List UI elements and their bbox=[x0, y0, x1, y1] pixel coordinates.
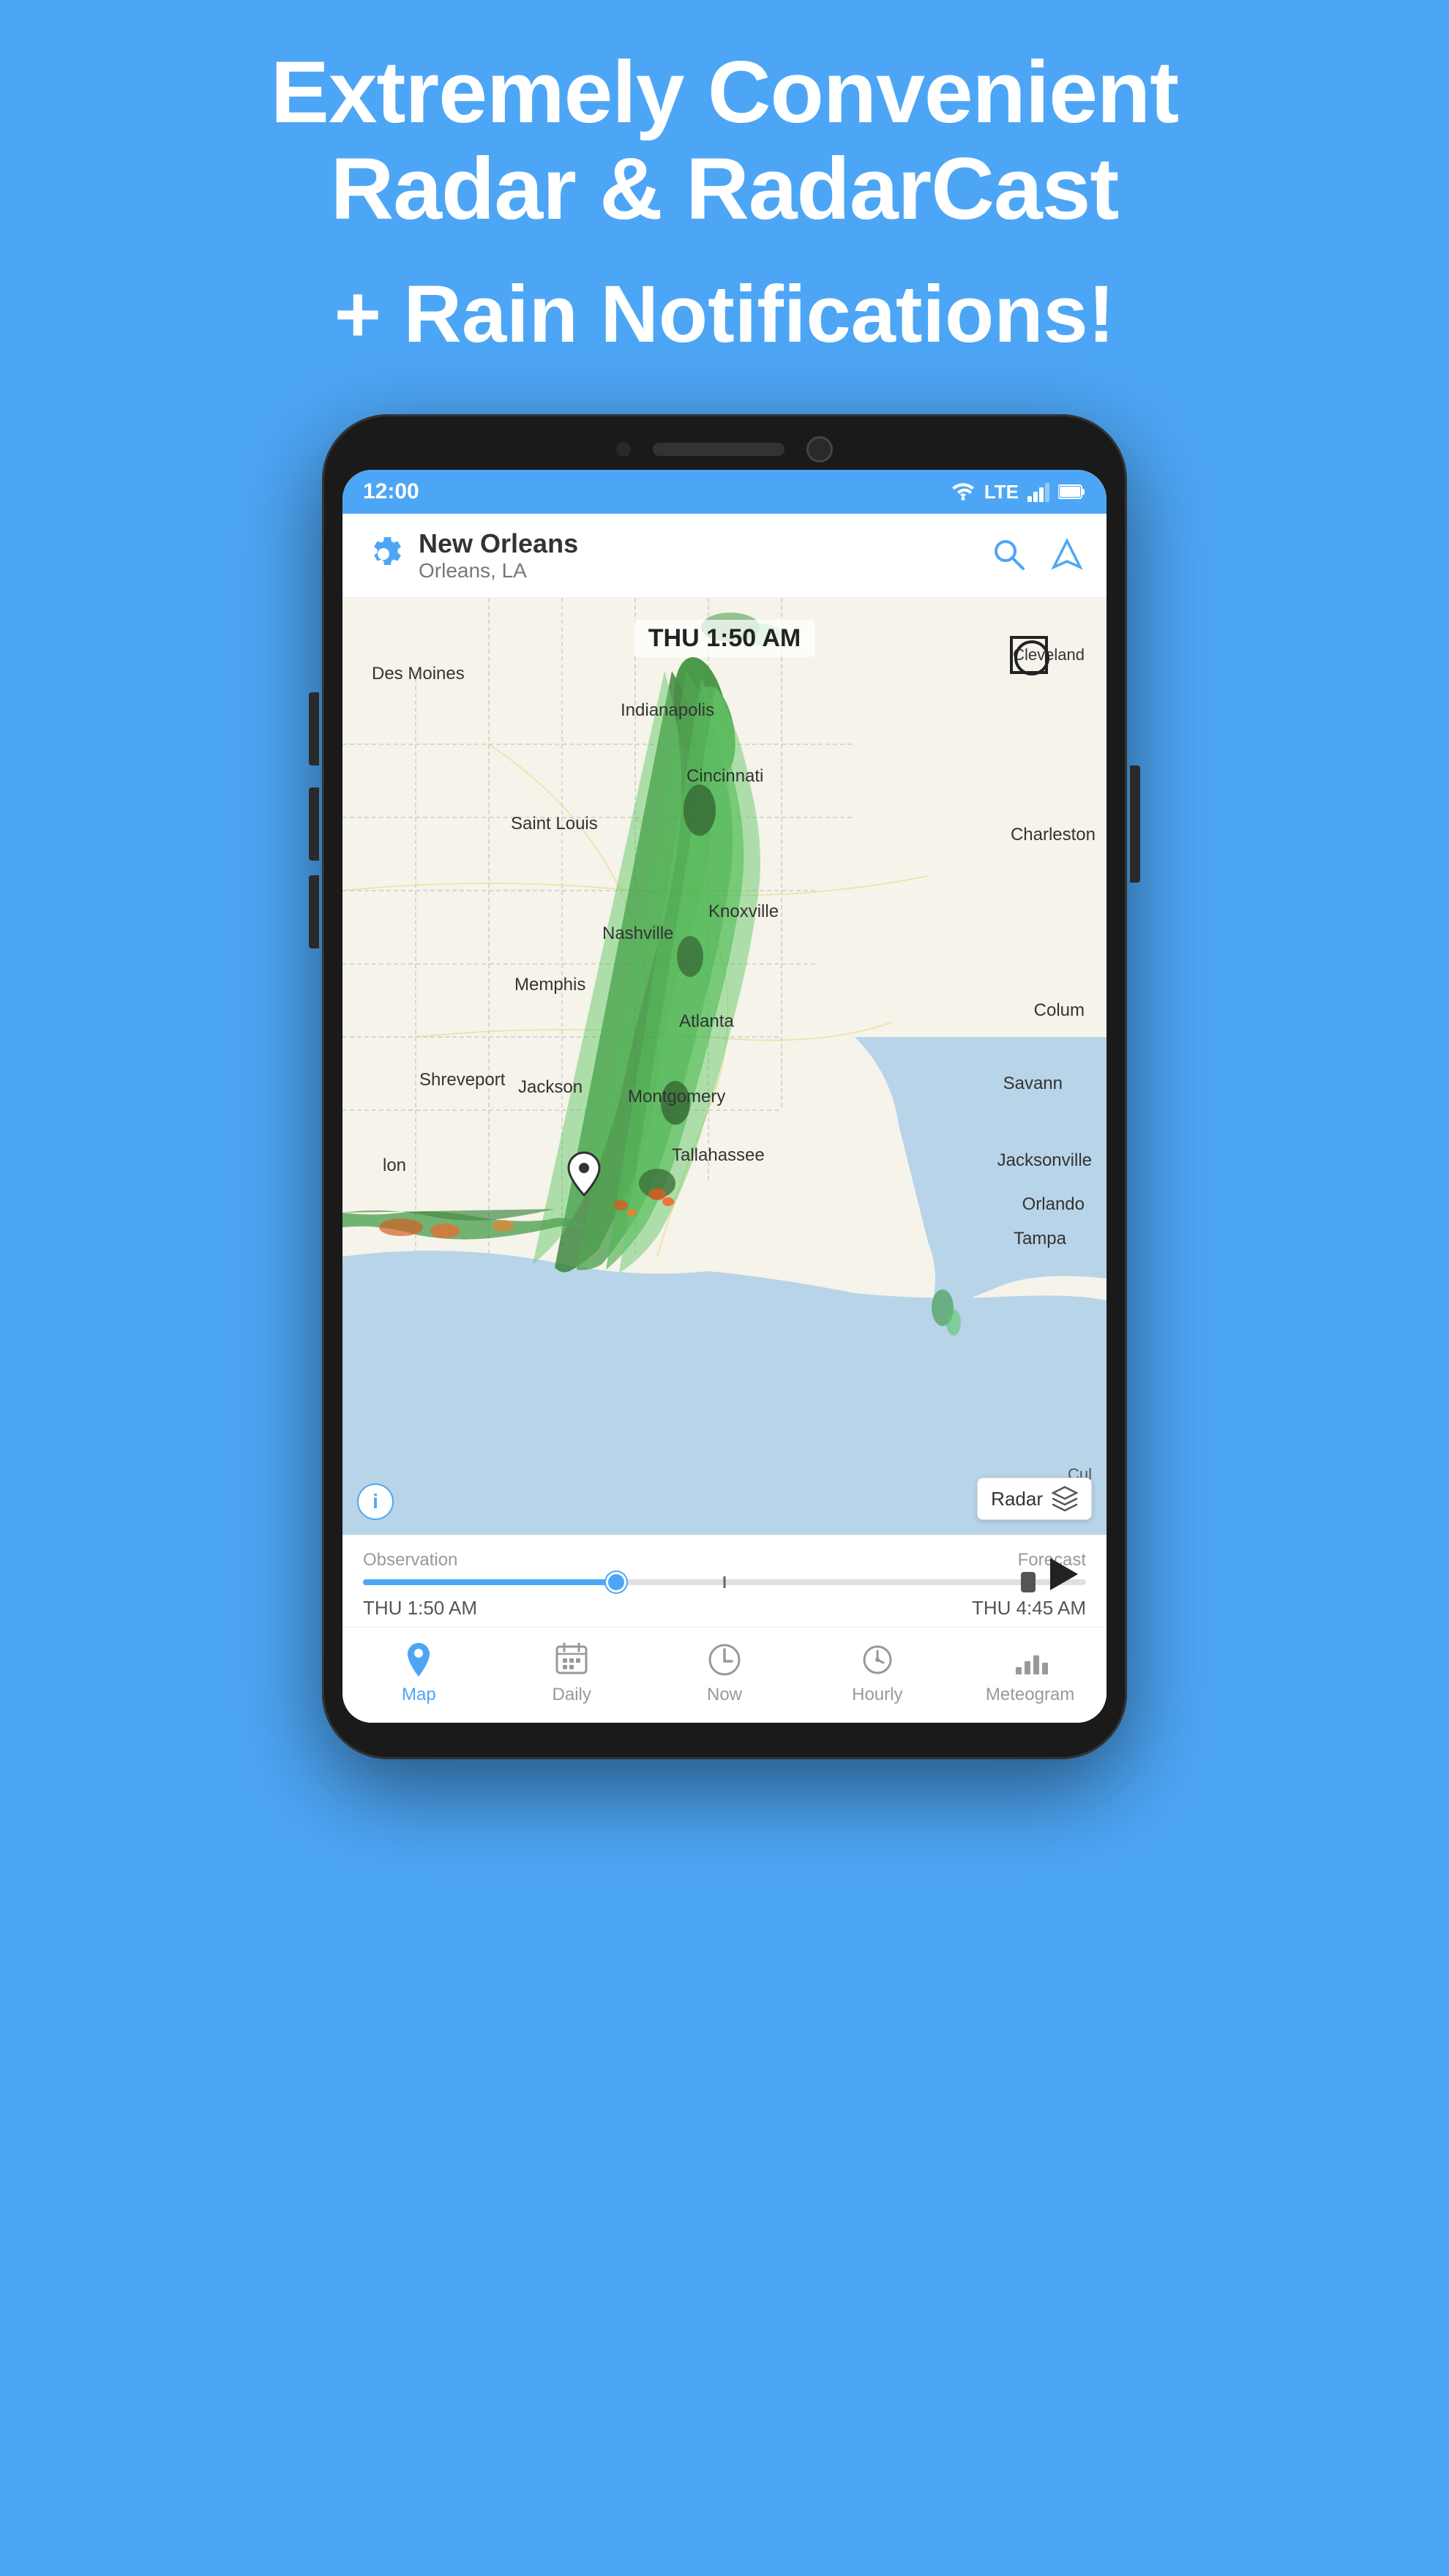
timeline-times: THU 1:50 AM THU 4:45 AM bbox=[363, 1597, 1086, 1620]
timeline-thumb[interactable] bbox=[606, 1572, 626, 1592]
sub-title: + Rain Notifications! bbox=[59, 266, 1390, 363]
city-name: New Orleans bbox=[419, 528, 989, 559]
bottom-nav: Map Daily bbox=[342, 1627, 1107, 1723]
map-area[interactable]: Des Moines Cleveland Indianapolis Cincin… bbox=[342, 598, 1107, 1535]
meteogram-nav-label: Meteogram bbox=[986, 1685, 1074, 1705]
cleveland-marker bbox=[1010, 636, 1048, 674]
label-knoxville: Knoxville bbox=[708, 902, 779, 922]
label-jacksonville: Jacksonville bbox=[997, 1150, 1092, 1171]
phone-mockup: 12:00 LTE bbox=[322, 414, 1127, 1759]
label-lon: lon bbox=[383, 1156, 406, 1176]
phone-dot-left bbox=[616, 442, 631, 457]
nav-item-daily[interactable]: Daily bbox=[495, 1641, 648, 1705]
label-memphis: Memphis bbox=[514, 975, 585, 995]
signal-icon bbox=[1027, 482, 1049, 502]
search-button[interactable] bbox=[989, 535, 1027, 577]
nav-item-hourly[interactable]: Hourly bbox=[801, 1641, 954, 1705]
info-icon: i bbox=[357, 1483, 394, 1520]
phone-top-bar bbox=[342, 436, 1107, 463]
lte-text: LTE bbox=[984, 481, 1019, 503]
label-charleston: Charleston bbox=[1011, 825, 1096, 845]
status-icons: LTE bbox=[951, 481, 1086, 503]
title-line1: Extremely Convenient bbox=[271, 43, 1178, 141]
play-icon bbox=[1050, 1558, 1078, 1590]
map-nav-label: Map bbox=[402, 1685, 436, 1705]
header-section: Extremely Convenient Radar & RadarCast +… bbox=[0, 0, 1449, 392]
search-icon bbox=[989, 535, 1027, 573]
main-title: Extremely Convenient Radar & RadarCast bbox=[59, 44, 1390, 237]
label-orlando: Orlando bbox=[1022, 1194, 1085, 1215]
status-bar: 12:00 LTE bbox=[342, 470, 1107, 514]
phone-speaker bbox=[653, 443, 785, 456]
nav-item-meteogram[interactable]: Meteogram bbox=[954, 1641, 1107, 1705]
label-savann: Savann bbox=[1003, 1074, 1063, 1094]
location-button[interactable] bbox=[1048, 535, 1086, 577]
label-indianapolis: Indianapolis bbox=[621, 700, 714, 721]
label-cincinnati: Cincinnati bbox=[686, 766, 763, 787]
header-icons bbox=[989, 535, 1086, 577]
radar-button[interactable]: Radar bbox=[977, 1478, 1092, 1520]
phone-container: 12:00 LTE bbox=[0, 414, 1449, 1759]
label-nashville: Nashville bbox=[602, 924, 673, 944]
timeline-end-thumb[interactable] bbox=[1021, 1572, 1036, 1592]
timeline-divider bbox=[724, 1576, 726, 1588]
play-button[interactable] bbox=[1042, 1552, 1086, 1596]
label-tallahassee: Tallahassee bbox=[672, 1145, 765, 1166]
label-shreveport: Shreveport bbox=[419, 1070, 505, 1090]
timeline-start-time: THU 1:50 AM bbox=[363, 1597, 477, 1620]
daily-nav-label: Daily bbox=[553, 1685, 591, 1705]
title-line2: Radar & RadarCast bbox=[331, 140, 1119, 238]
daily-nav-icon bbox=[553, 1641, 591, 1679]
timeline-labels: Observation Forecast bbox=[363, 1550, 1086, 1570]
layers-icon bbox=[1052, 1486, 1078, 1512]
location-pin bbox=[566, 1151, 602, 1200]
map-background bbox=[342, 598, 1107, 1535]
label-montgomery: Montgomery bbox=[628, 1087, 725, 1107]
settings-button[interactable] bbox=[363, 533, 404, 578]
now-nav-label: Now bbox=[707, 1685, 742, 1705]
label-colum: Colum bbox=[1034, 1000, 1085, 1021]
label-tampa: Tampa bbox=[1014, 1229, 1066, 1249]
label-saint-louis: Saint Louis bbox=[511, 814, 598, 834]
battery-icon bbox=[1058, 484, 1086, 500]
nav-item-now[interactable]: Now bbox=[648, 1641, 801, 1705]
timeline-section: Observation Forecast THU 1:50 AM THU 4:4… bbox=[342, 1535, 1107, 1627]
timeline-progress bbox=[363, 1579, 616, 1585]
map-timestamp: THU 1:50 AM bbox=[634, 620, 815, 657]
timeline-bar[interactable] bbox=[363, 1579, 1086, 1585]
location-info: New Orleans Orleans, LA bbox=[419, 528, 989, 583]
wifi-icon bbox=[951, 482, 976, 502]
hourly-nav-label: Hourly bbox=[852, 1685, 902, 1705]
now-nav-icon bbox=[705, 1641, 744, 1679]
info-button[interactable]: i bbox=[357, 1483, 394, 1520]
label-jackson: Jackson bbox=[518, 1077, 583, 1098]
gear-icon bbox=[363, 533, 404, 574]
region-name: Orleans, LA bbox=[419, 559, 989, 583]
nav-item-map[interactable]: Map bbox=[342, 1641, 495, 1705]
navigation-icon bbox=[1048, 535, 1086, 573]
observation-label: Observation bbox=[363, 1550, 457, 1570]
timeline-end-time: THU 4:45 AM bbox=[972, 1597, 1086, 1620]
status-time: 12:00 bbox=[363, 479, 419, 504]
label-atlanta: Atlanta bbox=[679, 1011, 734, 1032]
app-header: New Orleans Orleans, LA bbox=[342, 514, 1107, 598]
hourly-nav-icon bbox=[858, 1641, 896, 1679]
phone-screen: 12:00 LTE bbox=[342, 470, 1107, 1723]
phone-camera bbox=[806, 436, 833, 463]
radar-label: Radar bbox=[991, 1488, 1043, 1510]
meteogram-nav-icon bbox=[1011, 1641, 1049, 1679]
map-nav-icon bbox=[400, 1641, 438, 1679]
label-des-moines: Des Moines bbox=[372, 664, 465, 684]
